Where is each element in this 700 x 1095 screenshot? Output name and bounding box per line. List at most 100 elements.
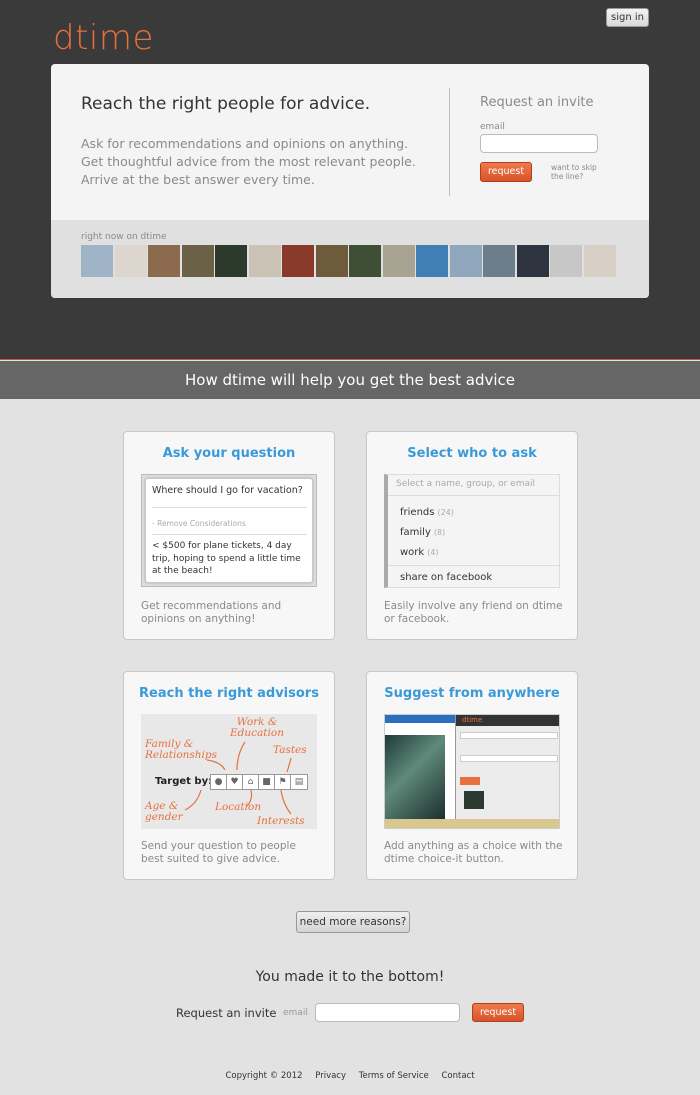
list-item: work (4): [400, 547, 439, 558]
thumbnail-image[interactable]: [349, 245, 381, 277]
divider: [388, 495, 560, 496]
popup-thumbnail: [464, 791, 484, 809]
divider: [152, 507, 307, 508]
thumbnail-image[interactable]: [81, 245, 113, 277]
popup-field: [460, 755, 558, 762]
popup-logo: dtime: [462, 716, 483, 724]
target-icon-row: ● ♥ ⌂ ■ ⚑ ▤: [210, 774, 308, 790]
thumbnail-image[interactable]: [315, 245, 348, 277]
card-ask-question: Ask your question Where should I go for …: [123, 431, 335, 640]
remove-considerations-link: - Remove Considerations: [152, 519, 246, 528]
popup-button: [460, 777, 480, 785]
thumbnail-image[interactable]: [114, 245, 147, 277]
album-art-image: [385, 735, 445, 828]
popup-field: [460, 732, 558, 739]
card-description: Get recommendations and opinions on anyt…: [141, 600, 282, 625]
list-item-count: (8): [433, 528, 446, 537]
sign-in-button[interactable]: sign in: [606, 8, 649, 27]
recipient-input-placeholder: Select a name, group, or email: [396, 479, 535, 489]
thumbnail-image[interactable]: [148, 245, 180, 277]
recipient-selector-preview: Select a name, group, or email friends (2…: [384, 474, 560, 588]
card-title: Select who to ask: [407, 446, 537, 461]
divider: [449, 88, 450, 196]
thumbnail-list: [81, 245, 617, 277]
thumbnail-image[interactable]: [516, 245, 549, 277]
question-preview: Where should I go for vacation? - Remove…: [141, 474, 317, 587]
divider: [152, 534, 307, 535]
email-label: email: [283, 1008, 308, 1018]
list-item: family (8): [400, 527, 445, 538]
contact-link[interactable]: Contact: [441, 1071, 474, 1081]
bottom-title: You made it to the bottom!: [255, 969, 445, 985]
divider: [388, 565, 560, 566]
list-item-count: (24): [437, 508, 454, 517]
top-section: dtime sign in Reach the right people for…: [0, 0, 700, 360]
question-card: Where should I go for vacation? - Remove…: [145, 478, 313, 583]
thumbnail-image[interactable]: [416, 245, 448, 277]
browser-screenshot-preview: dtime: [384, 714, 560, 829]
consideration-text: < $500 for plane tickets, 4 day trip, ho…: [152, 541, 301, 576]
request-button[interactable]: request: [480, 162, 532, 182]
location-label: Location: [215, 801, 262, 813]
thumbnail-image[interactable]: [550, 245, 582, 277]
thumbnail-image[interactable]: [181, 245, 214, 277]
section-band: How dtime will help you get the best adv…: [0, 361, 700, 399]
email-field[interactable]: [315, 1003, 460, 1022]
card-suggest-anywhere: Suggest from anywhere dtime Add anything…: [366, 671, 578, 880]
list-item-label: family: [400, 527, 431, 538]
briefcase-icon: ■: [259, 775, 275, 789]
card-title: Ask your question: [162, 446, 296, 461]
thumbnail-image[interactable]: [248, 245, 281, 277]
home-icon: ⌂: [243, 775, 259, 789]
target-by-label: Target by:: [155, 776, 213, 787]
card-right-advisors: Reach the right advisors Work & Educatio…: [123, 671, 335, 880]
hero-desc-line: Arrive at the best answer every time.: [81, 172, 315, 187]
footer: Copyright © 2012 Privacy Terms of Servic…: [0, 1071, 700, 1081]
thumbnail-image[interactable]: [483, 245, 515, 277]
strip-label: right now on dtime: [81, 232, 167, 242]
more-reasons-button[interactable]: need more reasons?: [296, 911, 410, 933]
tastes-label: Tastes: [273, 744, 307, 756]
card-select-who: Select who to ask Select a name, group, …: [366, 431, 578, 640]
targeting-illustration: Work & Education Family & Relationships …: [141, 714, 317, 829]
email-label: email: [480, 122, 505, 132]
work-education-label: Work & Education: [230, 716, 284, 739]
list-item: friends (24): [400, 507, 454, 518]
share-facebook-item: share on facebook: [400, 572, 493, 583]
privacy-link[interactable]: Privacy: [315, 1071, 346, 1081]
browser-footer-bar: [385, 819, 559, 828]
list-item-label: work: [400, 547, 425, 558]
invite-title: Request an invite: [480, 95, 594, 110]
logo[interactable]: dtime: [53, 18, 154, 58]
person-icon: ●: [211, 775, 227, 789]
age-gender-label: Age & gender: [145, 800, 183, 823]
hero-title: Reach the right people for advice.: [81, 94, 371, 114]
list-item-label: friends: [400, 507, 435, 518]
family-relationships-label: Family & Relationships: [145, 738, 218, 761]
activity-strip: right now on dtime: [51, 220, 649, 298]
thumbnail-image[interactable]: [449, 245, 482, 277]
thumbnail-image[interactable]: [282, 245, 314, 277]
thumbnail-image[interactable]: [583, 245, 616, 277]
hero-desc-line: Ask for recommendations and opinions on …: [81, 136, 409, 151]
email-field[interactable]: [480, 134, 598, 153]
interests-label: Interests: [257, 815, 305, 827]
card-description: Easily involve any friend on dtime or fa…: [384, 600, 563, 625]
request-invite-label: Request an invite: [176, 1006, 277, 1020]
skip-line-link[interactable]: want to skip the line?: [551, 163, 611, 181]
hero-description: Ask for recommendations and opinions on …: [81, 135, 441, 189]
card-description: Send your question to people best suited…: [141, 840, 296, 865]
card-description: Add anything as a choice with the dtime …: [384, 840, 563, 865]
hero-panel: Reach the right people for advice. Ask f…: [51, 64, 649, 298]
copyright: Copyright © 2012: [225, 1071, 303, 1081]
document-icon: ▤: [294, 777, 304, 787]
question-text: Where should I go for vacation?: [152, 485, 303, 496]
list-item-count: (4): [427, 548, 439, 557]
thumbnail-image[interactable]: [382, 245, 415, 277]
hero-desc-line: Get thoughtful advice from the most rele…: [81, 154, 416, 169]
thumbnail-image[interactable]: [215, 245, 247, 277]
card-title: Reach the right advisors: [139, 686, 319, 701]
flag-icon: ⚑: [275, 775, 291, 789]
request-button[interactable]: request: [472, 1003, 524, 1022]
terms-link[interactable]: Terms of Service: [359, 1071, 429, 1081]
